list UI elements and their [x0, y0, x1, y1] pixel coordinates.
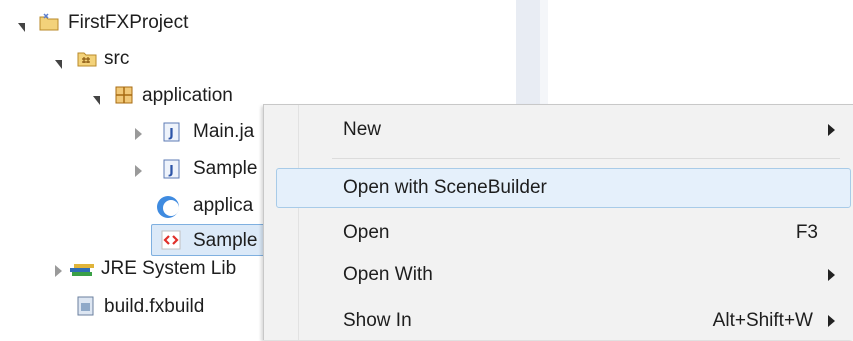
menu-item-label: Open with SceneBuilder	[343, 177, 547, 198]
tree-item-application-css[interactable]: applica	[193, 189, 253, 223]
menu-separator	[332, 158, 840, 159]
svg-text:J: J	[168, 126, 173, 140]
tree-item-sample-controller[interactable]: Sample	[193, 152, 257, 186]
collapse-twisty[interactable]	[135, 128, 142, 140]
tree-item-label: Sample	[193, 158, 258, 179]
collapse-twisty[interactable]	[135, 165, 142, 177]
menu-item-label: Open	[343, 222, 390, 243]
expand-twisty[interactable]	[93, 96, 100, 105]
svg-text:J: J	[168, 163, 173, 177]
package-icon	[115, 86, 133, 104]
menu-item-label: New	[343, 119, 382, 140]
tree-item-project[interactable]: FirstFXProject	[68, 6, 188, 40]
menu-item-accelerator: F3	[795, 222, 818, 243]
editor-divider	[516, 0, 540, 108]
tree-item-application[interactable]: application	[142, 79, 233, 113]
menu-item-accelerator: Alt+Shift+W	[712, 310, 813, 331]
expand-twisty[interactable]	[18, 23, 25, 32]
project-folder-icon	[39, 13, 59, 31]
library-icon	[70, 264, 94, 276]
context-menu: New Open with SceneBuilder Open F3 Open …	[263, 104, 853, 340]
tree-item-build-fxbuild[interactable]: build.fxbuild	[104, 290, 204, 324]
tree-item-label: JRE System Lib	[101, 258, 237, 279]
tree-item-src[interactable]: src	[104, 42, 129, 76]
submenu-arrow-icon	[828, 269, 835, 281]
css-file-icon	[157, 196, 179, 218]
submenu-arrow-icon	[828, 124, 835, 136]
tree-item-label: Sample	[193, 230, 258, 251]
editor-divider-edge	[540, 0, 548, 108]
tree-item-main[interactable]: Main.ja	[193, 115, 254, 149]
expand-twisty[interactable]	[55, 60, 62, 69]
tree-item-label: FirstFXProject	[68, 12, 189, 33]
menu-item-show-in[interactable]: Show In Alt+Shift+W	[274, 301, 853, 341]
submenu-arrow-icon	[828, 315, 835, 327]
menu-item-label: Open With	[343, 264, 433, 285]
source-folder-icon	[77, 52, 97, 67]
fxbuild-file-icon	[77, 296, 94, 316]
menu-item-open[interactable]: Open F3	[274, 213, 853, 253]
tree-item-label: applica	[193, 195, 254, 216]
tree-item-label: application	[142, 85, 233, 106]
java-file-icon: J	[163, 122, 180, 142]
tree-item-label: build.fxbuild	[104, 296, 205, 317]
fxml-file-icon	[161, 230, 181, 250]
menu-item-new[interactable]: New	[274, 110, 853, 150]
tree-item-jre[interactable]: JRE System Lib	[101, 252, 236, 286]
collapse-twisty[interactable]	[55, 265, 62, 277]
tree-item-label: src	[104, 48, 130, 69]
menu-item-open-with-scenebuilder[interactable]: Open with SceneBuilder	[276, 168, 851, 208]
tree-item-label: Main.ja	[193, 121, 255, 142]
menu-item-label: Show In	[343, 310, 412, 331]
java-file-icon: J	[163, 159, 180, 179]
menu-item-open-with[interactable]: Open With	[274, 255, 853, 295]
